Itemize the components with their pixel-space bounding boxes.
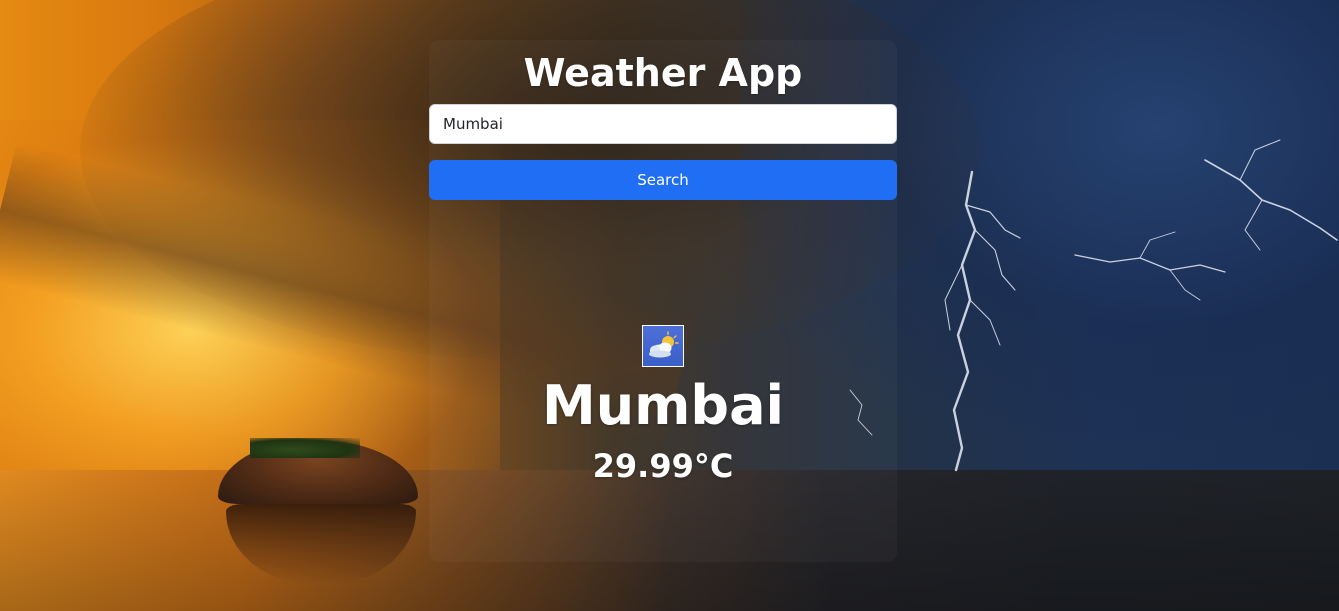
partly-cloudy-icon — [642, 325, 684, 367]
city-search-input[interactable] — [429, 104, 897, 144]
weather-app: Weather App Search Mumbai 29.99°C — [429, 40, 897, 562]
city-name: Mumbai — [541, 374, 785, 437]
search-button[interactable]: Search — [429, 160, 897, 200]
temperature-value: 29.99°C — [592, 447, 734, 485]
app-title: Weather App — [523, 51, 803, 95]
